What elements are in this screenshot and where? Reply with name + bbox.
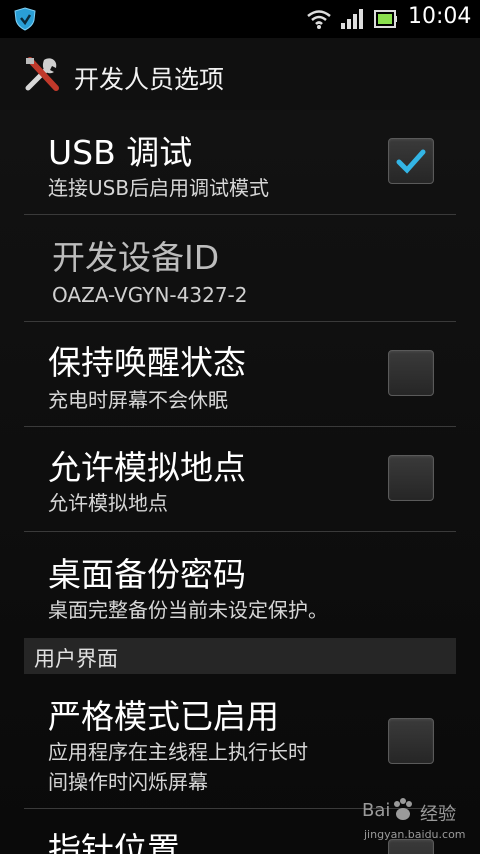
status-bar: 10:04 [0,0,480,38]
watermark-url: jingyan.baidu.com [364,828,466,841]
watermark-suffix: 经验 [420,804,456,825]
setting-title: 指针位置 [48,830,180,854]
setting-summary: 充电时屏幕不会休眠 [48,388,228,412]
setting-usb-debugging[interactable]: USB 调试 连接USB后启用调试模式 [24,110,456,214]
setting-summary: 桌面完整备份当前未设定保护。 [48,598,328,622]
title-bar: 开发人员选项 [0,38,480,110]
setting-title: 保持唤醒状态 [48,343,246,382]
setting-title: 严格模式已启用 [48,697,279,736]
shield-icon [14,7,36,31]
usb-debugging-checkbox[interactable] [388,138,434,184]
signal-strength-icon [341,9,363,29]
section-header-ui: 用户界面 [24,638,456,674]
setting-summary-line1: 应用程序在主线程上执行长时 [48,740,308,764]
setting-summary-line2: 间操作时闪烁屏幕 [48,770,208,794]
watermark-brand: Bai [362,800,391,821]
stay-awake-checkbox[interactable] [388,350,434,396]
tools-icon [25,57,59,91]
status-time: 10:04 [408,4,472,29]
device-id-value: OAZA-VGYN-4327-2 [52,283,248,307]
battery-charging-icon [374,10,397,28]
setting-summary: 连接USB后启用调试模式 [48,176,270,200]
setting-title: USB 调试 [48,133,193,172]
setting-device-id: 开发设备ID OAZA-VGYN-4327-2 [24,215,456,321]
wifi-icon [307,10,331,29]
setting-stay-awake[interactable]: 保持唤醒状态 充电时屏幕不会休眠 [24,322,456,426]
setting-summary: 允许模拟地点 [48,491,168,515]
paw-icon [394,798,412,820]
section-header-label: 用户界面 [34,647,118,671]
page-title: 开发人员选项 [74,65,225,94]
strict-mode-checkbox[interactable] [388,718,434,764]
setting-strict-mode[interactable]: 严格模式已启用 应用程序在主线程上执行长时 间操作时闪烁屏幕 [24,674,456,808]
setting-mock-locations[interactable]: 允许模拟地点 允许模拟地点 [24,427,456,531]
setting-backup-password[interactable]: 桌面备份密码 桌面完整备份当前未设定保护。 [24,532,456,636]
setting-title: 桌面备份密码 [48,555,246,594]
setting-title: 允许模拟地点 [48,448,246,487]
checkmark-icon [396,149,426,174]
setting-title: 开发设备ID [52,238,220,277]
mock-locations-checkbox[interactable] [388,455,434,501]
baidu-watermark: Bai 经验 jingyan.baidu.com [362,794,480,854]
